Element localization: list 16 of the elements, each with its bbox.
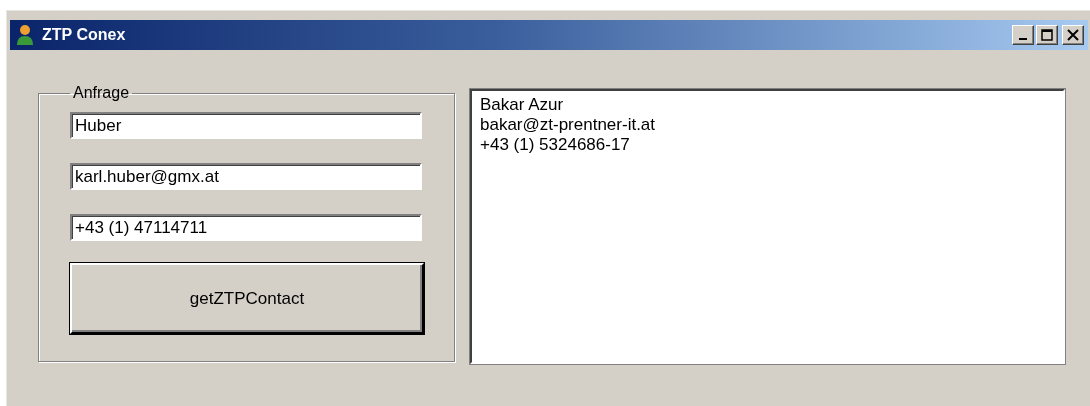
input-field[interactable]: karl.huber@gmx.at: [70, 163, 422, 190]
minimize-button[interactable]: [1012, 25, 1034, 45]
person-icon: [16, 24, 34, 46]
close-button[interactable]: [1062, 25, 1084, 45]
get-contact-button[interactable]: getZTPContact: [70, 263, 424, 334]
result-line: Bakar Azur: [480, 95, 565, 115]
input-field[interactable]: +43 (1) 47114711: [70, 214, 422, 241]
window-title: ZTP Conex: [42, 26, 127, 44]
minimize-icon: [1019, 38, 1027, 40]
group-legend: Anfrage: [70, 84, 133, 102]
maximize-button[interactable]: [1036, 25, 1058, 45]
result-line: +43 (1) 5324686-17: [480, 135, 631, 155]
result-line: bakar@zt-prentner-it.at: [480, 115, 657, 135]
input-field[interactable]: Huber: [70, 112, 422, 139]
maximize-icon: [1041, 29, 1053, 41]
close-icon: [1067, 29, 1079, 41]
